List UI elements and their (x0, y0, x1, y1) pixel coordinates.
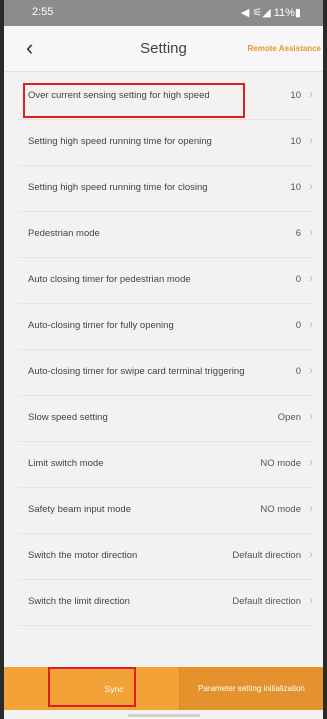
setting-value: 0 (295, 274, 301, 285)
highlight-box-sync (48, 667, 136, 707)
setting-label: Switch the motor direction (28, 550, 138, 561)
header: ‹ Setting Remote Assistance (4, 26, 323, 72)
setting-label: Limit switch mode (28, 458, 104, 469)
setting-value: 10 (290, 90, 301, 101)
setting-label: Auto-closing timer for swipe card termin… (28, 366, 245, 377)
setting-row-auto-closing-fully-opening[interactable]: Auto-closing timer for fully opening 0 › (18, 304, 313, 350)
setting-row-limit-direction[interactable]: Switch the limit direction Default direc… (18, 580, 313, 626)
setting-label: Setting high speed running time for open… (28, 136, 212, 147)
setting-row-safety-beam[interactable]: Safety beam input mode NO mode › (18, 488, 313, 534)
highlight-box-first-row (23, 83, 245, 118)
setting-value: Default direction (232, 550, 301, 561)
status-time: 2:55 (32, 6, 54, 18)
setting-row-high-speed-opening[interactable]: Setting high speed running time for open… (18, 120, 313, 166)
setting-value: 0 (295, 366, 301, 377)
setting-row-high-speed-closing[interactable]: Setting high speed running time for clos… (18, 166, 313, 212)
status-icons: ◀ ⚟◢ 11%▮ (240, 7, 301, 19)
setting-row-slow-speed[interactable]: Slow speed setting Open › (18, 396, 313, 442)
parameter-init-button[interactable]: Parameter setting initialization (180, 667, 323, 710)
chevron-right-icon: › (309, 225, 313, 239)
setting-value: Open (277, 412, 301, 423)
chevron-right-icon: › (309, 271, 313, 285)
setting-row-motor-direction[interactable]: Switch the motor direction Default direc… (18, 534, 313, 580)
setting-label: Safety beam input mode (28, 504, 131, 515)
settings-list: Over current sensing setting for high sp… (4, 74, 323, 634)
chevron-right-icon: › (309, 455, 313, 469)
setting-row-pedestrian-mode[interactable]: Pedestrian mode 6 › (18, 212, 313, 258)
setting-value: Default direction (232, 596, 301, 607)
chevron-right-icon: › (309, 179, 313, 193)
chevron-right-icon: › (309, 593, 313, 607)
status-bar: 2:55 ◀ ⚟◢ 11%▮ (4, 0, 323, 26)
setting-row-auto-closing-pedestrian[interactable]: Auto closing timer for pedestrian mode 0… (18, 258, 313, 304)
remote-assistance-link[interactable]: Remote Assistance (247, 44, 321, 53)
chevron-right-icon: › (309, 409, 313, 423)
setting-label: Pedestrian mode (28, 228, 100, 239)
setting-value: NO mode (260, 504, 301, 515)
setting-label: Auto closing timer for pedestrian mode (28, 274, 191, 285)
chevron-right-icon: › (309, 133, 313, 147)
chevron-right-icon: › (309, 547, 313, 561)
setting-label: Auto-closing timer for fully opening (28, 320, 174, 331)
setting-value: NO mode (260, 458, 301, 469)
setting-value: 10 (290, 136, 301, 147)
setting-label: Slow speed setting (28, 412, 108, 423)
chevron-right-icon: › (309, 363, 313, 377)
chevron-right-icon: › (309, 317, 313, 331)
chevron-right-icon: › (309, 501, 313, 515)
setting-label: Setting high speed running time for clos… (28, 182, 208, 193)
setting-value: 0 (295, 320, 301, 331)
setting-row-auto-closing-swipe-card[interactable]: Auto-closing timer for swipe card termin… (18, 350, 313, 396)
setting-value: 10 (290, 182, 301, 193)
setting-value: 6 (295, 228, 301, 239)
setting-label: Switch the limit direction (28, 596, 130, 607)
home-indicator[interactable] (128, 714, 200, 717)
setting-row-limit-switch-mode[interactable]: Limit switch mode NO mode › (18, 442, 313, 488)
chevron-right-icon: › (309, 87, 313, 101)
